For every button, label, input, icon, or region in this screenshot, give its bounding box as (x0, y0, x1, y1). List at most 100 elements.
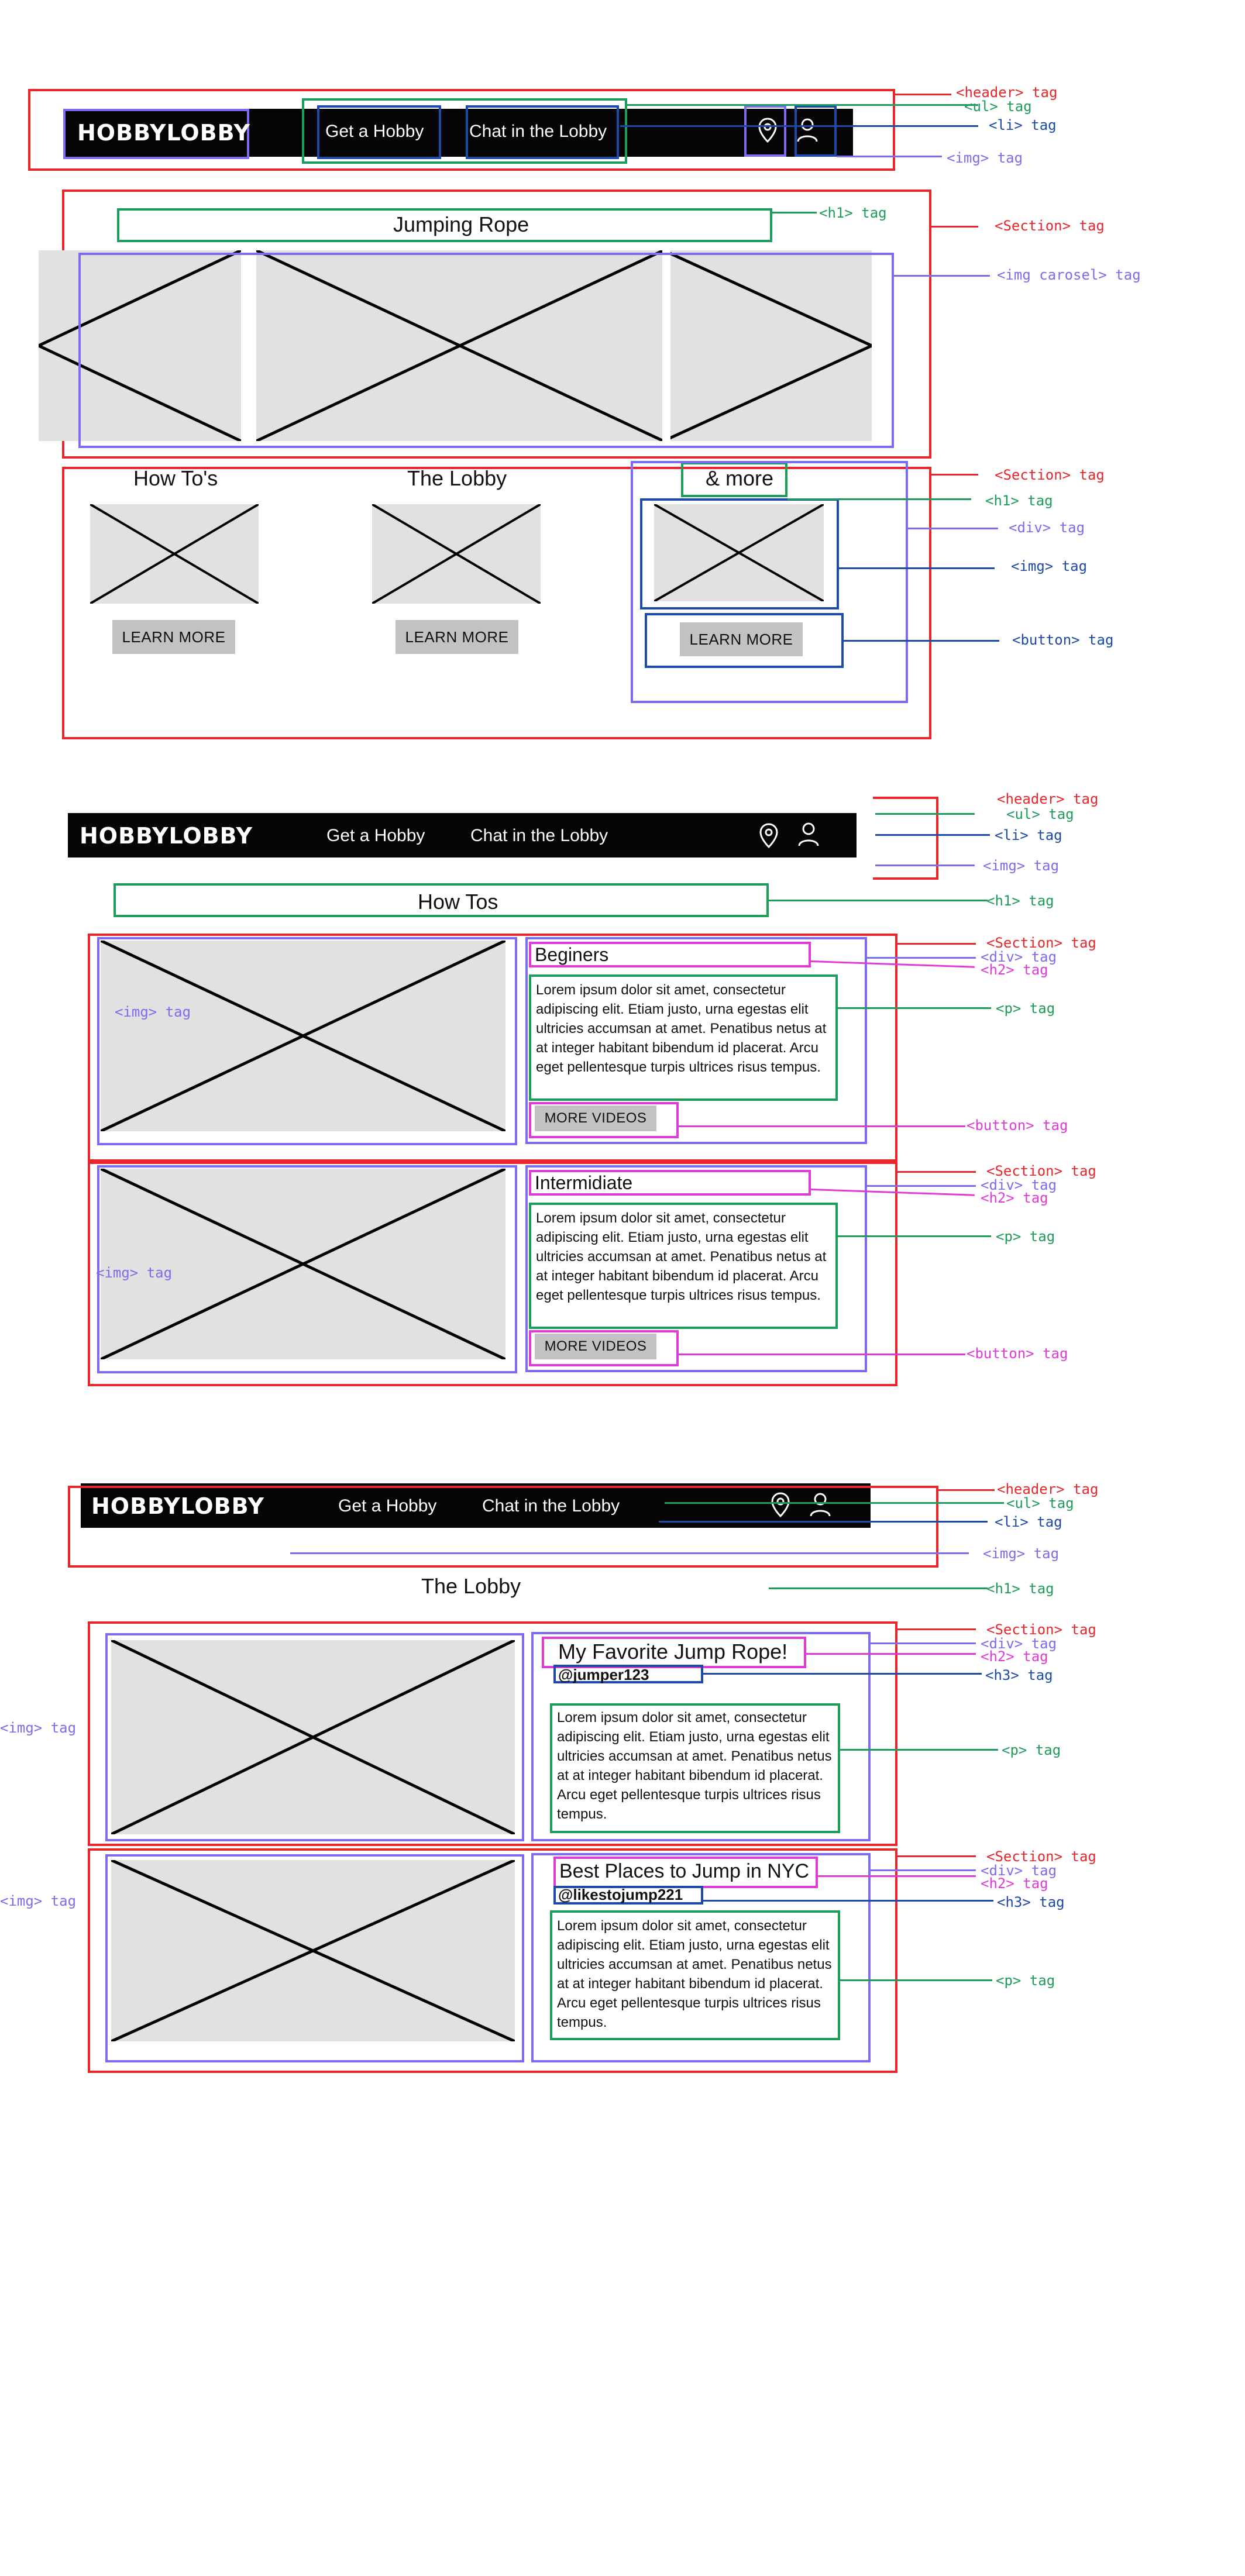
connector-line (875, 834, 990, 836)
img-tag-label: <img> tag (96, 1265, 173, 1281)
li-tag-label: <li> tag (995, 1514, 1062, 1530)
h1-tag-label: <h1> tag (986, 893, 1054, 909)
h1-tag-label: <h1> tag (985, 493, 1053, 509)
section-heading: Intermidiate (535, 1172, 633, 1193)
connector-line (703, 1900, 993, 1902)
logo[interactable]: HOBBYLOBBY (77, 122, 250, 144)
learn-more-button[interactable]: LEARN MORE (680, 622, 803, 656)
button-tag-label: <button> tag (967, 1117, 1068, 1134)
header-tag-label: <header> tag (997, 791, 1099, 807)
img-tag-label: <img> tag (983, 857, 1060, 874)
user-icon[interactable] (796, 117, 819, 144)
post-heading: My Favorite Jump Rope! (558, 1640, 788, 1664)
p-tag-label: <p> tag (996, 1000, 1055, 1017)
page-title: The Lobby (421, 1574, 521, 1598)
connector-line (840, 1749, 998, 1751)
learn-more-button[interactable]: LEARN MORE (112, 620, 235, 654)
connector-line (838, 1235, 991, 1237)
header-tag-label: <header> tag (997, 1481, 1099, 1497)
ul-tag-label: <ul> tag (964, 98, 1032, 115)
connector-line (703, 1673, 982, 1675)
connector-line (875, 865, 975, 866)
connector-line (659, 1521, 988, 1523)
user-icon[interactable] (809, 1492, 832, 1518)
section-paragraph: Lorem ipsum dolor sit amet, consectetur … (536, 1210, 827, 1303)
connector-line (931, 226, 978, 228)
connector-line (290, 1552, 969, 1554)
h1-tag-label: <h1> tag (986, 1580, 1054, 1597)
img-carousel-tag-label: <img carosel> tag (997, 267, 1141, 283)
header-tag-label: <header> tag (956, 84, 1058, 101)
section-image-placeholder (101, 1169, 505, 1359)
img-tag-label: <img> tag (983, 1545, 1060, 1562)
p-tag-label: <p> tag (996, 1972, 1055, 1989)
section-tag-label: <Section> tag (986, 1621, 1096, 1638)
card-title-the-lobby: The Lobby (407, 466, 507, 490)
header-outline (873, 797, 938, 880)
carousel-outline (78, 253, 894, 448)
learn-more-button[interactable]: LEARN MORE (395, 620, 518, 654)
post-paragraph: Lorem ipsum dolor sit amet, consectetur … (557, 1918, 832, 2030)
section-tag-label: <Section> tag (986, 1163, 1096, 1179)
more-videos-button[interactable]: MORE VIDEOS (535, 1334, 656, 1359)
post-paragraph: Lorem ipsum dolor sit amet, consectetur … (557, 1710, 832, 1822)
connector-line (871, 1642, 976, 1644)
logo[interactable]: HOBBYLOBBY (80, 825, 253, 847)
section-heading: Beginers (535, 944, 609, 965)
connector-line (871, 1869, 976, 1871)
connector-line (897, 1628, 976, 1630)
section-tag-label: <Section> tag (986, 935, 1096, 951)
nav-link-chat-in-the-lobby[interactable]: Chat in the Lobby (469, 123, 607, 140)
nav-link-get-a-hobby[interactable]: Get a Hobby (325, 123, 424, 140)
h3-tag-label: <h3> tag (997, 1894, 1065, 1910)
nav-link-get-a-hobby[interactable]: Get a Hobby (338, 1497, 436, 1515)
nav-link-chat-in-the-lobby[interactable]: Chat in the Lobby (482, 1497, 620, 1515)
connector-line (938, 1489, 995, 1491)
connector-line (679, 1125, 965, 1127)
card-image-placeholder (372, 504, 541, 604)
post-handle: @jumper123 (558, 1666, 649, 1683)
connector-line (897, 943, 976, 945)
img-tag-label: <img> tag (0, 1893, 77, 1909)
connector-line (679, 1354, 965, 1355)
connector-line (931, 474, 978, 476)
location-pin-icon[interactable] (770, 1492, 791, 1518)
location-pin-icon[interactable] (758, 822, 779, 849)
connector-line (769, 900, 988, 901)
section-paragraph: Lorem ipsum dolor sit amet, consectetur … (536, 982, 827, 1075)
h2-tag-label: <h2> tag (981, 1875, 1048, 1892)
h1-tag-label: <h1> tag (819, 205, 887, 221)
connector-line (897, 1171, 976, 1173)
connector-line (665, 1502, 1004, 1504)
div-tag-label: <div> tag (1009, 519, 1085, 536)
li-tag-label: <li> tag (995, 827, 1062, 843)
h2-tag-label: <h2> tag (981, 962, 1048, 978)
page-title: How Tos (418, 890, 498, 914)
connector-line (875, 813, 975, 815)
button-tag-label: <button> tag (1012, 632, 1114, 648)
nav-link-get-a-hobby[interactable]: Get a Hobby (326, 827, 425, 845)
user-icon[interactable] (797, 821, 820, 848)
connector-line (772, 212, 817, 213)
ul-tag-label: <ul> tag (1006, 1495, 1074, 1511)
connector-line (769, 1587, 988, 1589)
connector-line (818, 1875, 976, 1877)
nav-link-chat-in-the-lobby[interactable]: Chat in the Lobby (470, 827, 608, 845)
connector-line (837, 156, 942, 157)
logo[interactable]: HOBBYLOBBY (91, 1495, 264, 1517)
post-image-placeholder (111, 1640, 515, 1834)
location-pin-icon[interactable] (757, 117, 778, 144)
li-tag-label: <li> tag (989, 117, 1057, 133)
card-image-placeholder (654, 504, 824, 601)
button-tag-label: <button> tag (967, 1345, 1068, 1362)
connector-line (838, 1007, 991, 1009)
section-tag-label: <Section> tag (995, 218, 1105, 234)
img-tag-label: <img> tag (115, 1004, 191, 1020)
connector-line (787, 498, 971, 500)
connector-line (840, 1979, 992, 1981)
more-videos-button[interactable]: MORE VIDEOS (535, 1106, 656, 1131)
p-tag-label: <p> tag (996, 1228, 1055, 1245)
h3-tag-label: <h3> tag (985, 1667, 1053, 1683)
card-image-placeholder (90, 504, 259, 604)
connector-line (867, 957, 976, 959)
